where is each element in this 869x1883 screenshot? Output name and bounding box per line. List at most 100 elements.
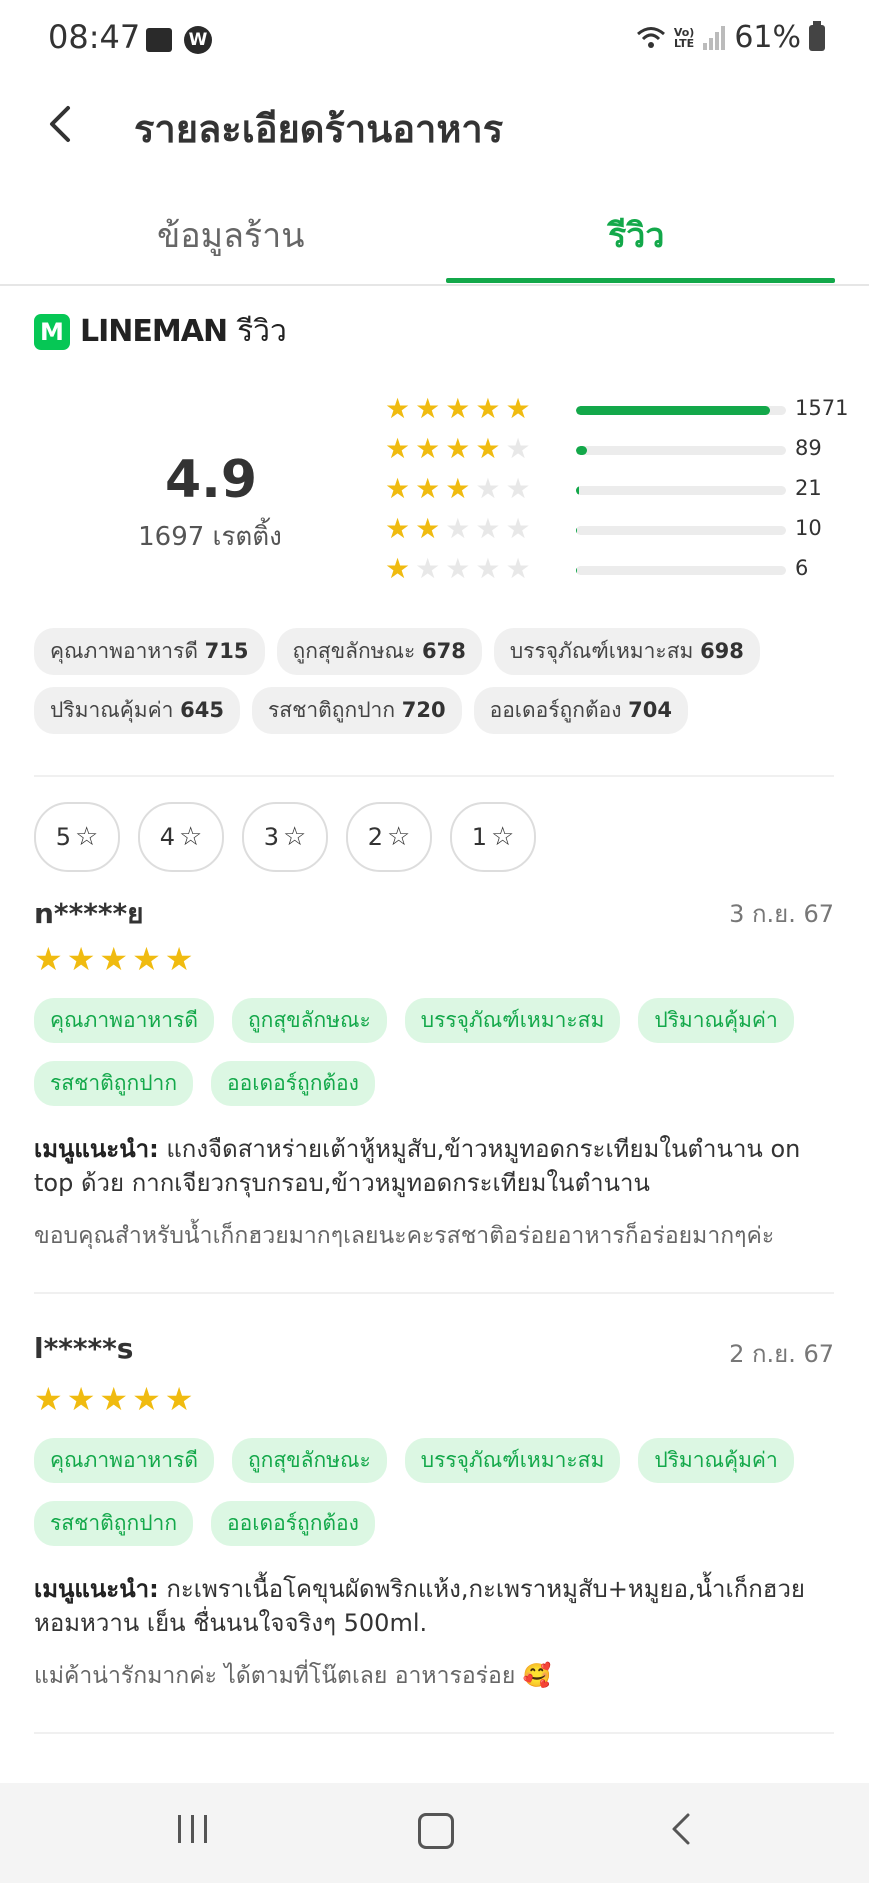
star-empty-icon: ★ — [505, 472, 536, 505]
star-empty-icon: ★ — [475, 552, 506, 585]
w-notification-icon: W — [184, 26, 212, 54]
review-card: n*****ย 3 ก.ย. 67 ★★★★★ คุณภาพอาหารดี ถู… — [34, 892, 834, 1292]
review-tag: คุณภาพอาหารดี — [34, 998, 214, 1043]
distribution-count: 89 — [795, 436, 822, 460]
tab-store-info[interactable]: ข้อมูลร้าน — [157, 208, 305, 262]
star-empty-icon: ★ — [445, 512, 476, 545]
star-filled-icon: ★ — [475, 432, 506, 465]
battery-icon — [809, 20, 825, 51]
distribution-bar — [576, 406, 786, 415]
star-filled-icon: ★ — [445, 392, 476, 425]
app-header: รายละเอียดร้านอาหาร — [0, 80, 869, 170]
status-bar: 08:47 W Vo) LTE 61% — [0, 0, 869, 80]
attribute-chip: ถูกสุขลักษณะ 678 — [276, 628, 482, 675]
distribution-bar-fill — [576, 446, 587, 455]
review-tag: ออเดอร์ถูกต้อง — [211, 1501, 375, 1546]
review-date: 3 ก.ย. 67 — [729, 900, 834, 928]
distribution-bar — [576, 566, 786, 575]
home-icon[interactable] — [418, 1813, 454, 1849]
distribution-stars: ★★★★★ — [385, 472, 536, 505]
star-outline-icon: ☆ — [74, 822, 99, 852]
distribution-count: 1571 — [795, 396, 849, 420]
star-filled-icon: ★ — [385, 472, 416, 505]
review-tags: คุณภาพอาหารดี ถูกสุขลักษณะ บรรจุภัณฑ์เหม… — [34, 998, 834, 1106]
review-comment: ขอบคุณสำหรับน้ำเก็กฮวยมากๆเลยนะคะรสชาติอ… — [34, 1223, 775, 1249]
distribution-bar-fill — [576, 566, 577, 575]
distribution-row: ★★★★★ 21 — [385, 472, 845, 512]
recent-apps-icon[interactable] — [176, 1813, 210, 1845]
review-card: l*****s 2 ก.ย. 67 ★★★★★ คุณภาพอาหารดี ถู… — [34, 1332, 834, 1732]
distribution-stars: ★★★★★ — [385, 512, 536, 545]
tab-reviews[interactable]: รีวิว — [608, 208, 664, 262]
distribution-stars: ★★★★★ — [385, 432, 536, 465]
review-tag: ปริมาณคุ้มค่า — [638, 1438, 794, 1483]
system-nav-bar — [0, 1783, 869, 1883]
attribute-chip: ออเดอร์ถูกต้อง 704 — [473, 687, 688, 734]
distribution-bar — [576, 486, 786, 495]
brand-name: LINEMAN — [80, 314, 228, 349]
review-divider — [34, 1732, 834, 1734]
page-title: รายละเอียดร้านอาหาร — [134, 107, 504, 151]
lineman-review-brand: M LINEMAN รีวิว — [34, 308, 287, 355]
review-stars: ★★★★★ — [34, 1380, 198, 1418]
average-rating: 4.9 — [164, 450, 258, 510]
reviewer-name: n*****ย — [34, 897, 144, 930]
nav-back-icon[interactable] — [664, 1811, 700, 1847]
filter-4-stars[interactable]: 4 ☆ — [138, 802, 224, 872]
distribution-bar-fill — [576, 486, 579, 495]
distribution-count: 21 — [795, 476, 822, 500]
star-outline-icon: ☆ — [386, 822, 411, 852]
review-date: 2 ก.ย. 67 — [729, 1340, 834, 1368]
filter-3-stars[interactable]: 3 ☆ — [242, 802, 328, 872]
review-tag: รสชาติถูกปาก — [34, 1501, 194, 1546]
star-filled-icon: ★ — [415, 432, 446, 465]
distribution-count: 10 — [795, 516, 822, 540]
distribution-stars: ★★★★★ — [385, 392, 536, 425]
distribution-stars: ★★★★★ — [385, 552, 536, 585]
star-outline-icon: ☆ — [178, 822, 203, 852]
star-filled-icon: ★ — [445, 472, 476, 505]
distribution-bar-fill — [576, 526, 578, 535]
back-arrow-icon[interactable] — [38, 100, 86, 148]
star-filled-icon: ★ — [385, 552, 416, 585]
reviewer-name: l*****s — [34, 1332, 134, 1365]
star-empty-icon: ★ — [475, 512, 506, 545]
star-filled-icon: ★ — [385, 392, 416, 425]
star-outline-icon: ☆ — [490, 822, 515, 852]
review-tags: คุณภาพอาหารดี ถูกสุขลักษณะ บรรจุภัณฑ์เหม… — [34, 1438, 834, 1546]
filter-5-stars[interactable]: 5 ☆ — [34, 802, 120, 872]
filter-1-star[interactable]: 1 ☆ — [450, 802, 536, 872]
section-divider — [34, 775, 834, 777]
star-filled-icon: ★ — [385, 512, 416, 545]
distribution-row: ★★★★★ 89 — [385, 432, 845, 472]
star-empty-icon: ★ — [445, 552, 476, 585]
recommended-menu: เมนูแนะนำ: กะเพราเนื้อโคขุนผัดพริกแห้ง,ก… — [34, 1575, 805, 1637]
star-empty-icon: ★ — [505, 432, 536, 465]
star-filter-bar: 5 ☆ 4 ☆ 3 ☆ 2 ☆ 1 ☆ — [34, 802, 536, 872]
star-empty-icon: ★ — [415, 552, 446, 585]
distribution-row: ★★★★★ 1571 — [385, 392, 849, 432]
signal-icon — [703, 25, 726, 50]
star-empty-icon: ★ — [505, 512, 536, 545]
distribution-bar — [576, 446, 786, 455]
review-tag: ถูกสุขลักษณะ — [231, 998, 387, 1043]
status-time: 08:47 — [48, 18, 141, 56]
brand-suffix: รีวิว — [237, 314, 287, 349]
rating-count: 1697 เรตติ้ง — [138, 522, 282, 552]
attribute-chip: ปริมาณคุ้มค่า 645 — [34, 687, 240, 734]
review-tag: รสชาติถูกปาก — [34, 1061, 194, 1106]
review-tag: บรรจุภัณฑ์เหมาะสม — [404, 998, 621, 1043]
filter-2-stars[interactable]: 2 ☆ — [346, 802, 432, 872]
review-tag: บรรจุภัณฑ์เหมาะสม — [404, 1438, 621, 1483]
star-filled-icon: ★ — [385, 432, 416, 465]
gallery-notification-icon — [146, 28, 172, 52]
distribution-bar — [576, 526, 786, 535]
star-empty-icon: ★ — [475, 472, 506, 505]
star-outline-icon: ☆ — [282, 822, 307, 852]
battery-percent: 61% — [734, 20, 801, 55]
star-filled-icon: ★ — [445, 432, 476, 465]
volte-icon: Vo) LTE — [673, 25, 695, 50]
status-right: Vo) LTE 61% — [636, 20, 825, 55]
distribution-row: ★★★★★ 10 — [385, 512, 845, 552]
star-filled-icon: ★ — [505, 392, 536, 425]
